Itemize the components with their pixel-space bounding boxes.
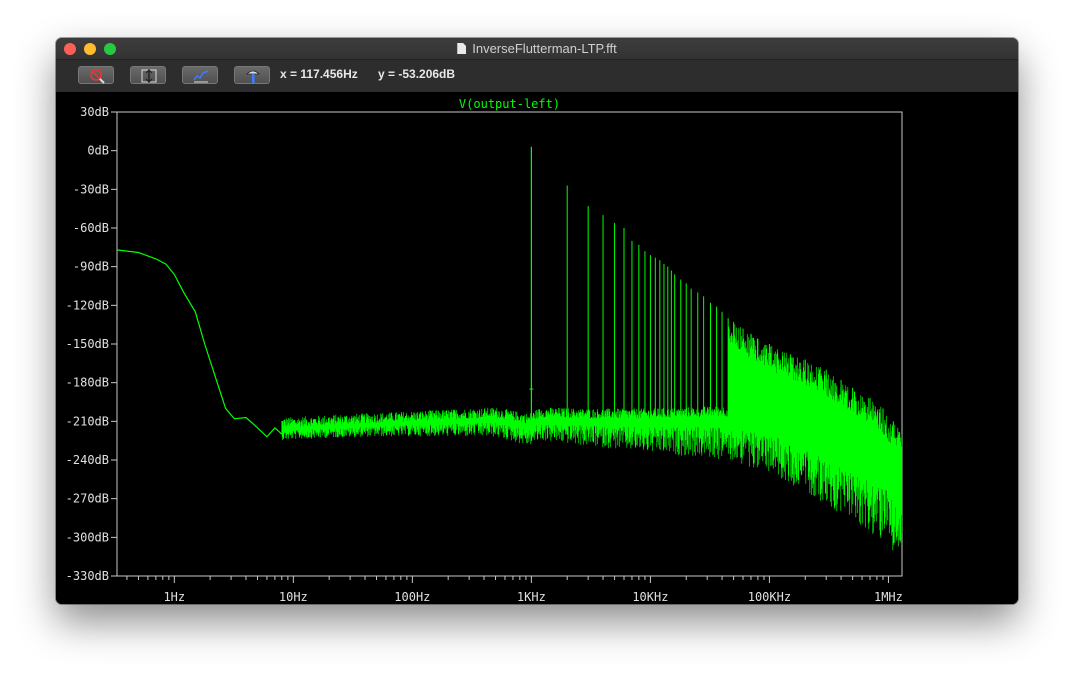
y-tick-label: -240dB (66, 453, 109, 467)
toolbar: x = 117.456Hz y = -53.206dB (56, 60, 1018, 92)
x-tick-label: 1Hz (163, 590, 185, 604)
y-tick-label: -60dB (73, 221, 109, 235)
plot-area[interactable]: V(output-left) 30dB 0dB -30dB -60dB -90dB -12… (56, 92, 1018, 604)
y-tick-label: -30dB (73, 182, 109, 196)
y-tick-label: -270dB (66, 492, 109, 506)
autorange-button[interactable] (182, 66, 218, 84)
y-tick-label: -210dB (66, 414, 109, 428)
ltspice-fft-window: InverseFlutterman-LTP.fft x = 117.456Hz … (56, 38, 1018, 604)
window-title: InverseFlutterman-LTP.fft (56, 41, 1018, 56)
y-tick-label: -150dB (66, 337, 109, 351)
trace-title[interactable]: V(output-left) (459, 97, 560, 111)
trace-noise-band (281, 324, 903, 551)
y-tick-label: -180dB (66, 376, 109, 390)
window-title-text: InverseFlutterman-LTP.fft (472, 41, 617, 56)
x-tick-label: 10Hz (279, 590, 308, 604)
x-tick-label: 10KHz (632, 590, 668, 604)
trace-lowfreq-curve (116, 249, 283, 438)
y-tick-label: 30dB (80, 105, 109, 119)
document-icon (457, 43, 467, 54)
y-tick-label: -300dB (66, 530, 109, 544)
y-tick-label: -120dB (66, 298, 109, 312)
cursor-y-readout: y = -53.206dB (378, 67, 456, 81)
y-tick-label: -90dB (73, 260, 109, 274)
autorange-y-icon (141, 69, 157, 83)
y-tick-label: 0dB (87, 144, 109, 158)
autorange-y-button[interactable] (130, 66, 166, 84)
cursor-x-readout: x = 117.456Hz (280, 67, 358, 81)
x-tick-label: 100Hz (394, 590, 430, 604)
title-bar[interactable]: InverseFlutterman-LTP.fft (56, 38, 1018, 60)
autorange-icon (193, 70, 209, 83)
plot-frame (116, 111, 903, 577)
x-tick-label: 100KHz (748, 590, 791, 604)
zoom-cancel-button[interactable] (78, 66, 114, 84)
x-tick-label: 1MHz (874, 590, 903, 604)
probe-button[interactable] (234, 66, 270, 84)
fft-chart[interactable]: V(output-left) 30dB 0dB -30dB -60dB -90dB -12… (56, 92, 1018, 604)
y-tick-label: -330dB (66, 569, 109, 583)
x-tick-label: 1KHz (517, 590, 546, 604)
probe-icon (246, 70, 260, 83)
zoom-cancel-icon (90, 69, 105, 84)
